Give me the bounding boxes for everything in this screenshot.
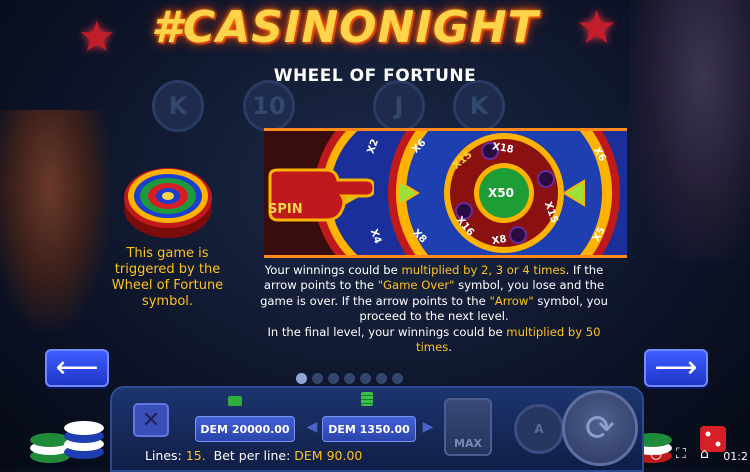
fullscreen-icon[interactable]: ⛶ (676, 446, 686, 462)
arrow-left-icon: ⟵ (55, 350, 99, 385)
page-dot[interactable] (392, 373, 403, 384)
wheel-of-fortune-symbol-icon (124, 168, 212, 238)
refresh-spin-icon: ⟳ (584, 407, 616, 449)
wallet-icon (228, 396, 242, 406)
background-star-icon: ★ (78, 12, 116, 61)
bet-decrease-button[interactable]: ◀ (304, 416, 320, 438)
next-page-button[interactable]: ⟶ (644, 349, 708, 387)
max-bet-button[interactable]: MAX (444, 398, 492, 456)
bet-increase-button[interactable]: ▶ (420, 416, 436, 438)
system-clock: 01:2 (723, 450, 748, 463)
close-button[interactable]: ✕ (133, 403, 169, 437)
arrow-right-icon: ⟶ (654, 350, 698, 385)
game-logo: #CASINONIGHT (151, 2, 539, 53)
page-dot[interactable] (328, 373, 339, 384)
chevron-right-icon: ▶ (422, 419, 434, 435)
previous-page-button[interactable]: ⟵ (45, 349, 109, 387)
page-dot[interactable] (376, 373, 387, 384)
background-reel-symbol: K (453, 80, 505, 132)
page-dot[interactable] (360, 373, 371, 384)
page-indicator (296, 373, 403, 384)
page-title: WHEEL OF FORTUNE (273, 66, 477, 86)
background-star-icon: ★ (576, 0, 618, 54)
spin-button[interactable]: ⟳ (562, 390, 638, 466)
background-woman-figure (0, 110, 110, 330)
bet-display: DEM 1350.00 (322, 416, 416, 442)
wheel-center-label: X50 (488, 186, 514, 200)
close-icon: ✕ (141, 407, 161, 433)
lines-info: Lines: 15. Bet per line: DEM 90.00 (145, 448, 363, 463)
page-dot[interactable] (344, 373, 355, 384)
casino-chips-icon (30, 421, 104, 463)
history-icon[interactable]: ◷ (650, 446, 662, 462)
chevron-left-icon: ◀ (306, 419, 318, 435)
spin-label: SPIN (268, 202, 303, 217)
background-cowboy-figure (630, 0, 750, 260)
page-dot[interactable] (312, 373, 323, 384)
background-reel-symbol: 10 (243, 80, 295, 132)
background-reel-symbol: K (152, 80, 204, 132)
page-dot[interactable] (296, 373, 307, 384)
background-reel-symbol: J (373, 80, 425, 132)
coins-icon (361, 392, 373, 406)
balance-display: DEM 20000.00 (195, 416, 295, 442)
autoplay-button[interactable]: A (514, 404, 564, 454)
rules-description: Your winnings could be multiplied by 2, … (260, 263, 608, 355)
home-icon[interactable]: ⌂ (700, 446, 709, 462)
trigger-description: This game is triggered by the Wheel of F… (111, 246, 224, 309)
